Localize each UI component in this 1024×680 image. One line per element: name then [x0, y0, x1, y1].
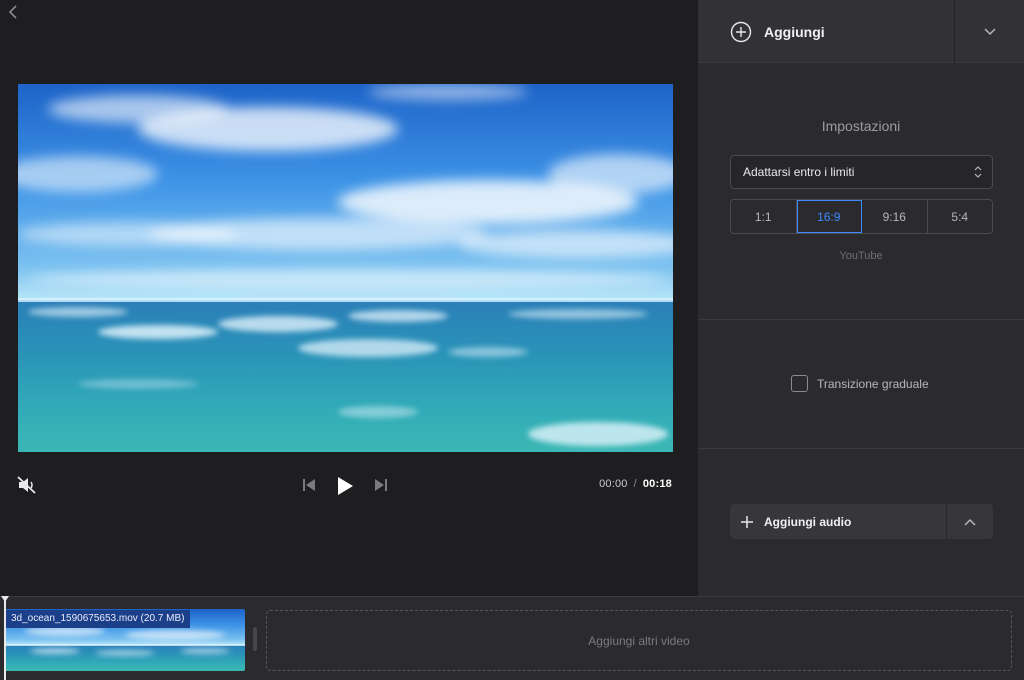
play-icon — [338, 477, 353, 495]
chevron-left-icon — [8, 5, 17, 19]
add-audio-label: Aggiungi audio — [764, 514, 852, 529]
add-more-videos-label: Aggiungi altri video — [588, 633, 690, 648]
transition-label: Transizione graduale — [817, 376, 929, 391]
fit-mode-value: Adattarsi entro i limiti — [743, 165, 855, 179]
chevron-up-icon — [964, 518, 976, 526]
add-media-row: Aggiungi — [698, 0, 1024, 63]
previous-button[interactable] — [298, 475, 320, 495]
select-arrows-icon — [974, 166, 982, 178]
video-preview[interactable] — [18, 84, 673, 452]
transition-checkbox[interactable] — [791, 375, 808, 392]
timeline: 3d_ocean_1590675653.mov (20.7 MB) Aggiun… — [0, 596, 1024, 680]
playhead-handle-icon — [1, 596, 9, 602]
time-current: 00:00 — [599, 478, 628, 490]
mute-button[interactable] — [14, 473, 40, 497]
playhead[interactable] — [1, 596, 9, 680]
clip-trim-handle[interactable] — [253, 627, 257, 651]
plus-circle-icon — [730, 21, 752, 42]
aspect-ratio-option[interactable]: 1:1 — [731, 200, 797, 233]
add-audio-control: Aggiungi audio — [730, 504, 993, 539]
timecode: 00:00 / 00:18 — [599, 478, 672, 490]
add-audio-dropdown[interactable] — [947, 504, 993, 539]
aspect-ratio-option[interactable]: 16:9 — [796, 200, 862, 233]
add-media-button[interactable]: Aggiungi — [698, 0, 954, 63]
time-separator: / — [633, 478, 637, 490]
aspect-ratio-option[interactable]: 5:4 — [928, 200, 993, 233]
editor-area: 00:00 / 00:18 — [0, 0, 698, 596]
section-divider — [698, 448, 1024, 449]
back-button[interactable] — [6, 4, 20, 20]
add-media-label: Aggiungi — [764, 23, 825, 40]
skip-back-icon — [303, 479, 315, 491]
ocean-video-frame — [18, 84, 673, 452]
section-divider — [698, 319, 1024, 320]
chevron-down-icon — [983, 27, 996, 35]
settings-panel: Aggiungi Impostazioni Adattarsi entro i … — [698, 0, 1024, 596]
add-media-dropdown[interactable] — [955, 0, 1024, 63]
aspect-ratio-group: 1:1 16:9 9:16 5:4 — [730, 199, 993, 234]
fit-mode-select[interactable]: Adattarsi entro i limiti — [730, 155, 993, 189]
platform-hint: YouTube — [839, 250, 883, 262]
transition-toggle[interactable]: Transizione graduale — [791, 375, 929, 392]
next-button[interactable] — [370, 475, 392, 495]
time-total: 00:18 — [642, 478, 672, 490]
skip-forward-icon — [375, 479, 387, 491]
add-audio-button[interactable]: Aggiungi audio — [730, 504, 946, 539]
settings-title: Impostazioni — [821, 118, 901, 134]
add-more-videos-dropzone[interactable]: Aggiungi altri video — [266, 610, 1012, 671]
play-button[interactable] — [332, 472, 358, 500]
speaker-muted-icon — [17, 476, 36, 494]
clip-filename: 3d_ocean_1590675653.mov (20.7 MB) — [5, 610, 191, 628]
plus-icon — [741, 515, 753, 528]
aspect-ratio-option[interactable]: 9:16 — [862, 200, 928, 233]
player-controls: 00:00 / 00:18 — [0, 468, 698, 502]
